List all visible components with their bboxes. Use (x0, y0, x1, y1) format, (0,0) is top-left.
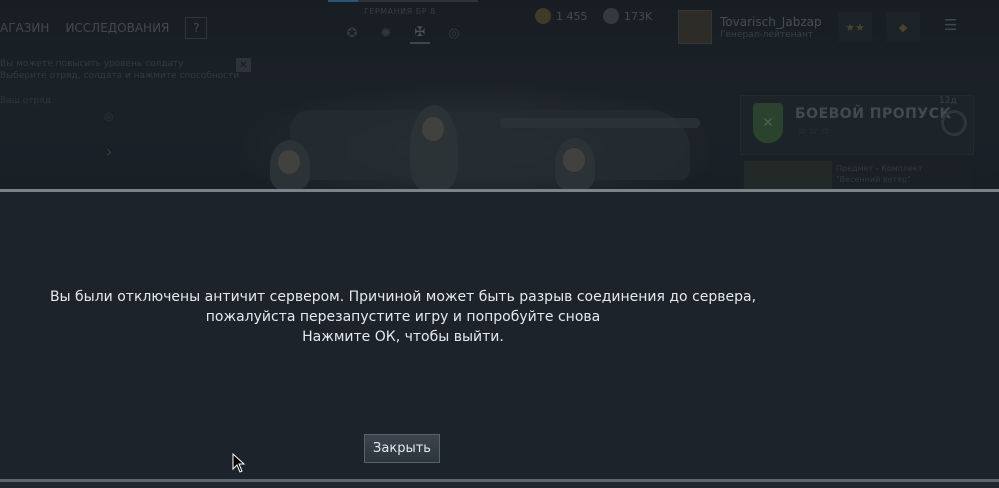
close-button[interactable]: Закрыть (364, 434, 440, 463)
mouse-cursor-icon (232, 453, 246, 473)
bottom-strip (0, 482, 999, 488)
background-dim (0, 0, 999, 190)
message-line-3: Нажмите ОК, чтобы выйти. (302, 329, 504, 345)
dialog-message: Вы были отключены античит сервером. Прич… (0, 287, 806, 347)
game-background: АГАЗИН ИССЛЕДОВАНИЯ ? ГЕРМАНИЯ БР 8 ✪ ✺ … (0, 0, 999, 190)
message-line-1: Вы были отключены античит сервером. Прич… (49, 289, 757, 305)
message-line-2: пожалуйста перезапустите игру и попробуй… (205, 309, 601, 325)
disconnect-dialog: Вы были отключены античит сервером. Прич… (0, 192, 999, 480)
